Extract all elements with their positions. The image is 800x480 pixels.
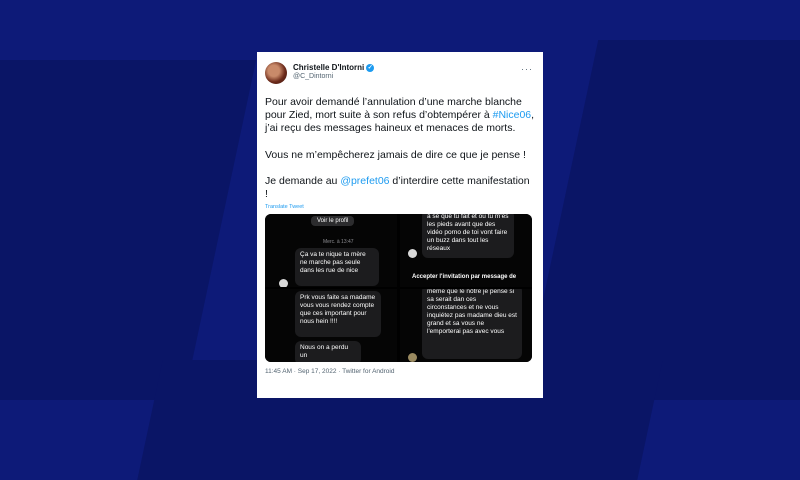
background-shape	[0, 60, 257, 400]
accept-invitation-text: Accepter l'invitation par message de	[412, 274, 517, 281]
tweet-timestamp[interactable]: 11:45 AM · Sep 17, 2022 · Twitter for An…	[265, 368, 535, 375]
tweet-paragraph-1: Pour avoir demandé l’annulation d’une ma…	[265, 96, 535, 136]
message-date: Merc. à 13:47	[323, 239, 354, 246]
tweet-header: Christelle D'Intorni ✓ @C_Dintorni ···	[265, 60, 535, 88]
tweet-text: Pour avoir demandé l’annulation d’une ma…	[265, 96, 535, 201]
tweet-paragraph-2: Vous ne m’empêcherez jamais de dire ce q…	[265, 148, 526, 161]
translate-tweet-link[interactable]: Translate Tweet	[265, 204, 535, 210]
tweet-paragraph-3: Je demande au @prefet06 d’interdire cett…	[265, 175, 535, 201]
text-segment: Pour avoir demandé l’annulation d’une ma…	[265, 96, 522, 122]
verified-icon: ✓	[366, 63, 375, 72]
background-shape	[521, 40, 800, 400]
profile-dot-icon	[408, 249, 417, 259]
hashtag-link[interactable]: #Nice06	[493, 109, 532, 121]
chat-message: à se que tu fait et ou tu m'es les pieds…	[422, 214, 514, 259]
more-options-icon[interactable]: ···	[521, 64, 533, 74]
profile-dot-icon	[408, 353, 417, 363]
tweet-card: Christelle D'Intorni ✓ @C_Dintorni ··· P…	[257, 52, 543, 398]
chat-message: Nous on a perdu un	[295, 341, 361, 363]
chat-message: Ça va te nique ta mère ne marche pas seu…	[295, 248, 379, 287]
text-segment: Je demande au	[265, 174, 341, 187]
mention-link[interactable]: @prefet06	[340, 175, 389, 187]
chat-message: même que le nôtre je pense si sa serait …	[422, 289, 522, 360]
author-handle[interactable]: @C_Dintorni	[293, 73, 333, 80]
profile-dot-icon	[279, 279, 288, 288]
media-panel-3[interactable]: Prk vous faite sa madame vous vous rende…	[265, 289, 397, 363]
media-grid[interactable]: Voir le profil Merc. à 13:47 Ça va te ni…	[265, 214, 532, 363]
view-profile-button: Voir le profil	[311, 216, 355, 227]
author-name-row[interactable]: Christelle D'Intorni ✓	[293, 63, 375, 72]
author-name[interactable]: Christelle D'Intorni	[293, 63, 364, 72]
avatar[interactable]	[265, 62, 287, 84]
media-panel-4[interactable]: même que le nôtre je pense si sa serait …	[400, 289, 532, 363]
media-panel-2[interactable]: à se que tu fait et ou tu m'es les pieds…	[400, 214, 532, 288]
chat-message: Prk vous faite sa madame vous vous rende…	[295, 291, 381, 338]
media-panel-1[interactable]: Voir le profil Merc. à 13:47 Ça va te ni…	[265, 214, 397, 288]
